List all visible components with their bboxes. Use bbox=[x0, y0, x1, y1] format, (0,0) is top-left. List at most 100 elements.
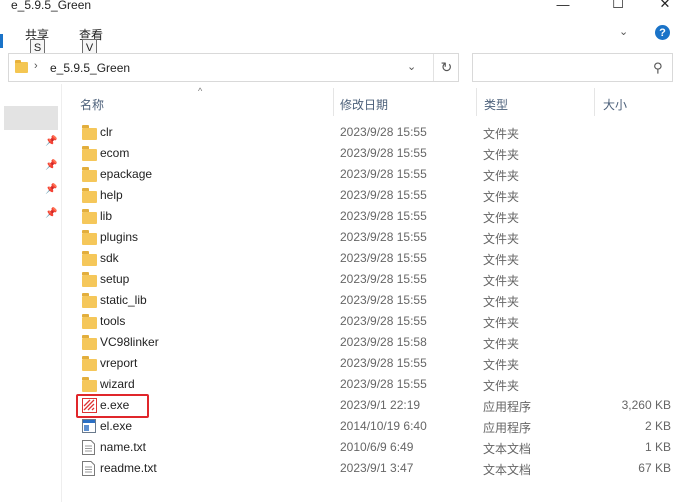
folder-icon bbox=[82, 188, 97, 203]
file-type: 文件夹 bbox=[483, 232, 520, 246]
refresh-button[interactable]: ↻ bbox=[433, 54, 459, 81]
address-bar[interactable]: › e_5.9.5_Green ⌄ ↻ bbox=[8, 53, 459, 82]
file-row[interactable]: e.exe 2023/9/1 22:19 应用程序 3,260 KB bbox=[73, 395, 673, 416]
file-type: 文件夹 bbox=[483, 316, 520, 330]
file-size: 1 KB bbox=[644, 440, 671, 454]
file-row[interactable]: epackage 2023/9/28 15:55 文件夹 bbox=[73, 164, 673, 185]
file-type: 文件夹 bbox=[483, 211, 520, 225]
file-type: 文件夹 bbox=[483, 253, 520, 267]
file-name: readme.txt bbox=[100, 461, 157, 475]
column-header-name[interactable]: 名称 bbox=[80, 96, 104, 113]
file-modified: 2023/9/28 15:55 bbox=[340, 251, 427, 265]
search-input[interactable]: ⚲ bbox=[472, 53, 673, 82]
file-modified: 2023/9/28 15:58 bbox=[340, 335, 427, 349]
close-button[interactable]: ✕ bbox=[650, 0, 673, 12]
folder-icon bbox=[82, 209, 97, 224]
file-row[interactable]: readme.txt 2023/9/1 3:47 文本文档 67 KB bbox=[73, 458, 673, 479]
highlight-box bbox=[76, 394, 149, 418]
file-name: sdk bbox=[100, 251, 119, 265]
file-modified: 2023/9/1 3:47 bbox=[340, 461, 414, 475]
file-type: 应用程序 bbox=[483, 421, 532, 435]
file-row[interactable]: tools 2023/9/28 15:55 文件夹 bbox=[73, 311, 673, 332]
file-name: name.txt bbox=[100, 440, 147, 454]
file-type: 文件夹 bbox=[483, 295, 520, 309]
column-divider[interactable] bbox=[476, 88, 477, 116]
file-type: 文件夹 bbox=[483, 379, 520, 393]
file-name: lib bbox=[100, 209, 113, 223]
file-type: 文件夹 bbox=[483, 190, 520, 204]
title-bar: e_5.9.5_Green — ☐ ✕ bbox=[0, 0, 673, 14]
file-size: 3,260 KB bbox=[621, 398, 671, 412]
file-type: 文本文档 bbox=[483, 463, 532, 477]
file-name: vreport bbox=[100, 356, 138, 370]
folder-icon bbox=[82, 356, 97, 371]
file-row[interactable]: ecom 2023/9/28 15:55 文件夹 bbox=[73, 143, 673, 164]
file-row[interactable]: plugins 2023/9/28 15:55 文件夹 bbox=[73, 227, 673, 248]
file-row[interactable]: name.txt 2010/6/9 6:49 文本文档 1 KB bbox=[73, 437, 673, 458]
column-header-size[interactable]: 大小 bbox=[603, 96, 627, 113]
file-type: 文件夹 bbox=[483, 148, 520, 162]
file-row[interactable]: help 2023/9/28 15:55 文件夹 bbox=[73, 185, 673, 206]
column-divider[interactable] bbox=[594, 88, 595, 116]
file-row[interactable]: setup 2023/9/28 15:55 文件夹 bbox=[73, 269, 673, 290]
file-row[interactable]: wizard 2023/9/28 15:55 文件夹 bbox=[73, 374, 673, 395]
file-modified: 2023/9/28 15:55 bbox=[340, 356, 427, 370]
file-row[interactable]: sdk 2023/9/28 15:55 文件夹 bbox=[73, 248, 673, 269]
file-name: tools bbox=[100, 314, 126, 328]
file-row[interactable]: lib 2023/9/28 15:55 文件夹 bbox=[73, 206, 673, 227]
folder-icon bbox=[82, 146, 97, 161]
file-name: setup bbox=[100, 272, 130, 286]
file-type: 文件夹 bbox=[483, 337, 520, 351]
ribbon: 共享 S 查看 V ⌄ ? bbox=[0, 14, 673, 56]
file-row[interactable]: vreport 2023/9/28 15:55 文件夹 bbox=[73, 353, 673, 374]
column-divider[interactable] bbox=[333, 88, 334, 116]
pin-icon: 📌 bbox=[45, 160, 58, 171]
file-name: wizard bbox=[100, 377, 135, 391]
file-row[interactable]: VC98linker 2023/9/28 15:58 文件夹 bbox=[73, 332, 673, 353]
file-modified: 2023/9/1 22:19 bbox=[340, 398, 421, 412]
pin-icon: 📌 bbox=[45, 184, 58, 195]
exe-window-icon bbox=[82, 419, 96, 434]
folder-icon bbox=[82, 251, 97, 266]
file-type: 文件夹 bbox=[483, 274, 520, 288]
file-name: static_lib bbox=[100, 293, 147, 307]
folder-icon bbox=[82, 125, 97, 140]
navigation-pane: 📌 📌 📌 📌 bbox=[0, 84, 62, 502]
folder-icon bbox=[82, 293, 97, 308]
file-row[interactable]: el.exe 2014/10/19 6:40 应用程序 2 KB bbox=[73, 416, 673, 437]
expand-ribbon-icon[interactable]: ⌄ bbox=[619, 25, 628, 38]
folder-icon bbox=[15, 60, 28, 73]
folder-icon bbox=[82, 314, 97, 329]
help-icon[interactable]: ? bbox=[655, 25, 670, 40]
nav-item-selected[interactable] bbox=[4, 106, 58, 130]
column-header-modified[interactable]: 修改日期 bbox=[340, 96, 388, 113]
minimize-button[interactable]: — bbox=[548, 0, 578, 12]
file-type: 文本文档 bbox=[483, 442, 532, 456]
file-name: plugins bbox=[100, 230, 139, 244]
file-type: 文件夹 bbox=[483, 127, 520, 141]
maximize-button[interactable]: ☐ bbox=[603, 0, 633, 12]
file-tab-edge[interactable] bbox=[0, 34, 3, 48]
file-modified: 2023/9/28 15:55 bbox=[340, 188, 427, 202]
folder-icon bbox=[82, 230, 97, 245]
text-file-icon bbox=[82, 461, 96, 476]
file-name: ecom bbox=[100, 146, 130, 160]
breadcrumb-chevron-icon[interactable]: › bbox=[34, 60, 38, 72]
file-size: 2 KB bbox=[644, 419, 671, 433]
file-modified: 2010/6/9 6:49 bbox=[340, 440, 414, 454]
window-title: e_5.9.5_Green bbox=[11, 0, 92, 12]
file-row[interactable]: clr 2023/9/28 15:55 文件夹 bbox=[73, 122, 673, 143]
folder-icon bbox=[82, 272, 97, 287]
file-modified: 2023/9/28 15:55 bbox=[340, 167, 427, 181]
file-type: 文件夹 bbox=[483, 358, 520, 372]
file-modified: 2023/9/28 15:55 bbox=[340, 377, 427, 391]
file-modified: 2023/9/28 15:55 bbox=[340, 293, 427, 307]
breadcrumb-current[interactable]: e_5.9.5_Green bbox=[50, 61, 130, 75]
file-name: clr bbox=[100, 125, 113, 139]
file-modified: 2023/9/28 15:55 bbox=[340, 230, 427, 244]
file-row[interactable]: static_lib 2023/9/28 15:55 文件夹 bbox=[73, 290, 673, 311]
address-dropdown-icon[interactable]: ⌄ bbox=[407, 60, 416, 73]
column-header-type[interactable]: 类型 bbox=[484, 96, 508, 113]
folder-icon bbox=[82, 335, 97, 350]
file-modified: 2023/9/28 15:55 bbox=[340, 209, 427, 223]
